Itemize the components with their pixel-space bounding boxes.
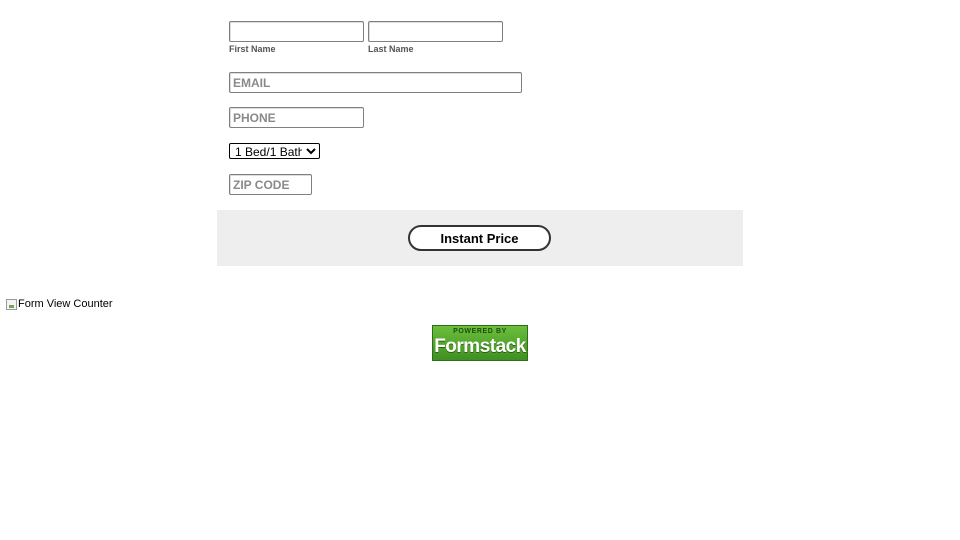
- last-name-input[interactable]: [368, 21, 503, 42]
- formstack-logo-text: Formstack: [434, 336, 526, 357]
- first-name-input[interactable]: [229, 21, 364, 42]
- submit-bar: Instant Price: [217, 210, 743, 266]
- zip-code-input[interactable]: [229, 174, 312, 195]
- powered-by-formstack-badge[interactable]: POWERED BY Formstack: [432, 325, 528, 361]
- powered-by-text: POWERED BY: [453, 328, 507, 335]
- broken-image-icon: [6, 298, 17, 310]
- form-view-counter: Form View Counter: [6, 298, 113, 310]
- form-view-counter-alt: Form View Counter: [18, 298, 113, 310]
- unit-type-select[interactable]: 1 Bed/1 Bath: [229, 143, 320, 159]
- last-name-label: Last Name: [368, 44, 414, 54]
- email-input[interactable]: [229, 72, 522, 93]
- instant-price-button[interactable]: Instant Price: [408, 225, 551, 251]
- phone-input[interactable]: [229, 107, 364, 128]
- first-name-label: First Name: [229, 44, 276, 54]
